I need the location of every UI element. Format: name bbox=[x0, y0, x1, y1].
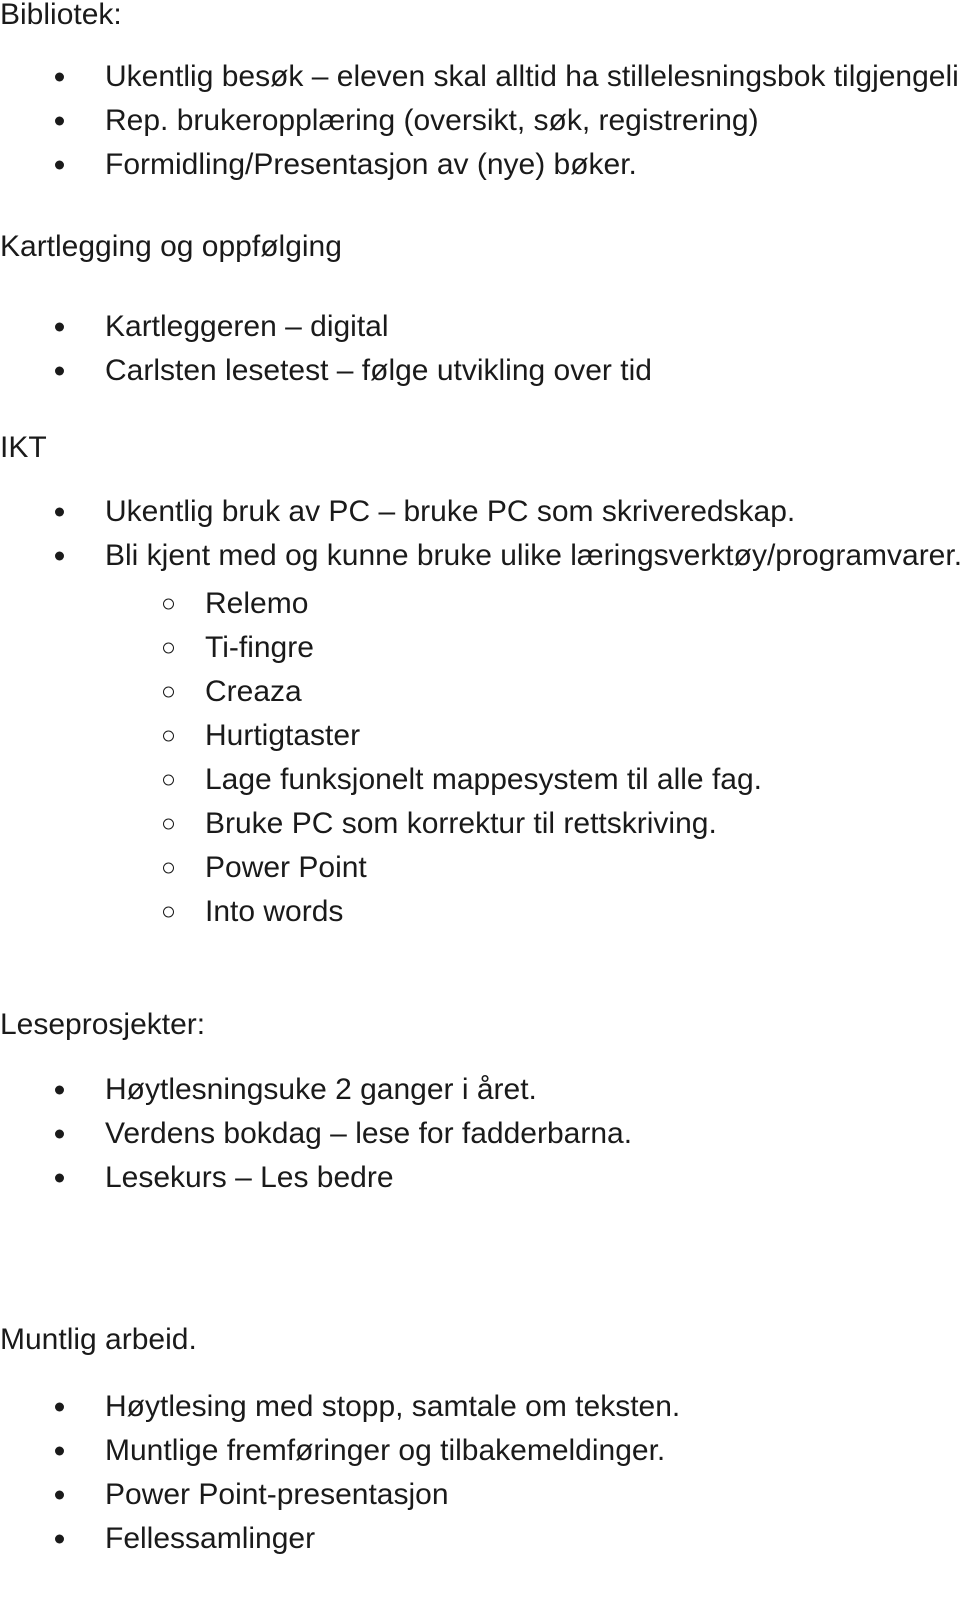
list-item: Fellessamlinger bbox=[0, 1517, 960, 1561]
bullet-circle-icon bbox=[163, 642, 174, 654]
list-item: Ukentlig besøk – eleven skal alltid ha s… bbox=[0, 55, 960, 99]
bullet-disc-icon bbox=[55, 322, 64, 332]
list-item: Hurtigtaster bbox=[0, 714, 960, 758]
list-item-label: Rep. brukeropplæring (oversikt, søk, reg… bbox=[105, 104, 759, 137]
bullet-circle-icon bbox=[163, 730, 174, 742]
bullet-list: Ukentlig besøk – eleven skal alltid ha s… bbox=[0, 55, 960, 187]
list-item-label: Power Point bbox=[205, 851, 367, 884]
bullet-disc-icon bbox=[55, 551, 64, 561]
list-item-label: Carlsten lesetest – følge utvikling over… bbox=[105, 354, 652, 387]
list-item-label: Ti-fingre bbox=[205, 631, 314, 664]
list-item: Ti-fingre bbox=[0, 626, 960, 670]
bullet-disc-icon bbox=[55, 72, 64, 82]
list-item: Power Point bbox=[0, 846, 960, 890]
bullet-circle-icon bbox=[163, 686, 174, 698]
list-item-label: Creaza bbox=[205, 675, 302, 708]
list-item-label: Bli kjent med og kunne bruke ulike lærin… bbox=[105, 539, 960, 572]
bullet-circle-icon bbox=[163, 906, 174, 918]
list-item: Formidling/Presentasjon av (nye) bøker. bbox=[0, 143, 960, 187]
bullet-disc-icon bbox=[55, 116, 64, 126]
bullet-disc-icon bbox=[55, 1402, 64, 1412]
list-item: Muntlige fremføringer og tilbakemeldinge… bbox=[0, 1429, 960, 1473]
list-item: Creaza bbox=[0, 670, 960, 714]
bullet-disc-icon bbox=[55, 366, 64, 376]
document-page: Bibliotek: Ukentlig besøk – eleven skal a… bbox=[0, 0, 960, 1602]
list-item: Lage funksjonelt mappesystem til alle fa… bbox=[0, 758, 960, 802]
bullet-circle-icon bbox=[163, 818, 174, 830]
bullet-disc-icon bbox=[55, 507, 64, 517]
list-item-label: Lesekurs – Les bedre bbox=[105, 1161, 394, 1194]
list-item: Rep. brukeropplæring (oversikt, søk, reg… bbox=[0, 99, 960, 143]
list-item: Into words bbox=[0, 890, 960, 934]
list-item: Bruke PC som korrektur til rettskriving. bbox=[0, 802, 960, 846]
section-heading: Muntlig arbeid. bbox=[0, 1323, 197, 1356]
bullet-list: Ukentlig bruk av PC – bruke PC som skriv… bbox=[0, 490, 960, 578]
list-item-label: Muntlige fremføringer og tilbakemeldinge… bbox=[105, 1434, 666, 1467]
bullet-circle-icon bbox=[163, 598, 174, 610]
sub-bullet-list: Relemo Ti-fingre Creaza Hurtigtaster Lage fu… bbox=[0, 582, 960, 934]
section-heading: Bibliotek: bbox=[0, 0, 122, 31]
bullet-disc-icon bbox=[55, 1129, 64, 1139]
bullet-disc-icon bbox=[55, 1446, 64, 1456]
section-heading: Leseprosjekter: bbox=[0, 1008, 206, 1041]
list-item-label: Høytlesningsuke 2 ganger i året. bbox=[105, 1073, 537, 1106]
bullet-disc-icon bbox=[55, 1534, 64, 1544]
bullet-disc-icon bbox=[55, 1173, 64, 1183]
list-item: Bli kjent med og kunne bruke ulike lærin… bbox=[0, 534, 960, 578]
list-item-label: Relemo bbox=[205, 587, 309, 620]
list-item: Ukentlig bruk av PC – bruke PC som skriv… bbox=[0, 490, 960, 534]
bullet-list: Kartleggeren – digital Carlsten lesetest … bbox=[0, 305, 960, 393]
list-item-label: Verdens bokdag – lese for fadderbarna. bbox=[105, 1117, 633, 1150]
bullet-disc-icon bbox=[55, 1085, 64, 1095]
list-item-label: Ukentlig bruk av PC – bruke PC som skriv… bbox=[105, 495, 796, 528]
bullet-circle-icon bbox=[163, 862, 174, 874]
list-item: Power Point-presentasjon bbox=[0, 1473, 960, 1517]
list-item-label: Ukentlig besøk – eleven skal alltid ha s… bbox=[105, 60, 960, 93]
list-item: Høytlesningsuke 2 ganger i året. bbox=[0, 1068, 960, 1112]
list-item-label: Hurtigtaster bbox=[205, 719, 361, 752]
list-item-label: Lage funksjonelt mappesystem til alle fa… bbox=[205, 763, 762, 796]
list-item-label: Bruke PC som korrektur til rettskriving. bbox=[205, 807, 717, 840]
list-item: Relemo bbox=[0, 582, 960, 626]
list-item: Verdens bokdag – lese for fadderbarna. bbox=[0, 1112, 960, 1156]
list-item-label: Fellessamlinger bbox=[105, 1522, 316, 1555]
bullet-disc-icon bbox=[55, 160, 64, 170]
bullet-disc-icon bbox=[55, 1490, 64, 1500]
list-item-label: Høytlesing med stopp, samtale om teksten… bbox=[105, 1390, 681, 1423]
list-item: Lesekurs – Les bedre bbox=[0, 1156, 960, 1200]
list-item: Høytlesing med stopp, samtale om teksten… bbox=[0, 1385, 960, 1429]
list-item: Kartleggeren – digital bbox=[0, 305, 960, 349]
list-item-label: Formidling/Presentasjon av (nye) bøker. bbox=[105, 148, 637, 181]
list-item-label: Power Point-presentasjon bbox=[105, 1478, 449, 1511]
list-item-label: Kartleggeren – digital bbox=[105, 310, 389, 343]
list-item: Carlsten lesetest – følge utvikling over… bbox=[0, 349, 960, 393]
list-item-label: Into words bbox=[205, 895, 344, 928]
bullet-list: Høytlesningsuke 2 ganger i året. Verdens … bbox=[0, 1068, 960, 1200]
bullet-list: Høytlesing med stopp, samtale om teksten… bbox=[0, 1385, 960, 1561]
section-heading: IKT bbox=[0, 431, 47, 464]
bullet-circle-icon bbox=[163, 774, 174, 786]
section-heading: Kartlegging og oppfølging bbox=[0, 230, 342, 263]
